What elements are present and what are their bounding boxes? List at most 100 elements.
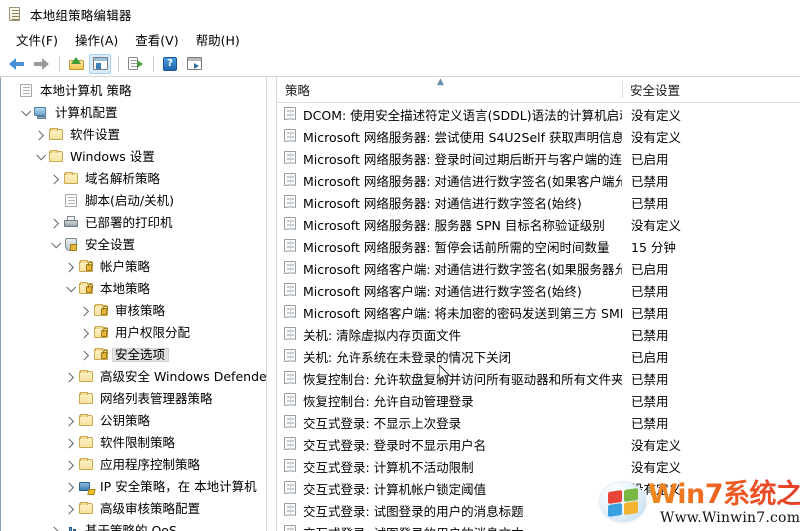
security-setting-cell: 已禁用 (631, 173, 669, 189)
tree-node[interactable]: 域名解析策略 (1, 168, 266, 190)
group-policy-editor-window: 本地组策略编辑器 文件(F) 操作(A) 查看(V) 帮助(H) ? 本地计算机… (0, 0, 800, 531)
tree-node[interactable]: 计算机配置 (1, 102, 266, 124)
policy-name-cell: Microsoft 网络服务器: 服务器 SPN 目标名称验证级别 (277, 215, 622, 234)
policy-name-cell: 恢复控制台: 允许自动管理登录 (277, 391, 622, 410)
tree-node[interactable]: 安全设置 (1, 234, 266, 256)
tree-node-label: 软件设置 (70, 126, 121, 142)
policy-row[interactable]: 关机: 允许系统在未登录的情况下关闭 已启用 (277, 345, 800, 367)
column-header-security-setting[interactable]: 安全设置 (622, 77, 800, 102)
chevron-right-icon[interactable] (48, 174, 63, 184)
policy-row[interactable]: 交互式登录: 不显示上次登录 已禁用 (277, 411, 800, 433)
tree-node[interactable]: 应用程序控制策略 (1, 454, 266, 476)
chevron-right-icon[interactable] (63, 438, 78, 448)
policy-row[interactable]: Microsoft 网络客户端: 将未加密的密码发送到第三方 SMB... 已禁用 (277, 301, 800, 323)
tree-node[interactable]: 审核策略 (1, 300, 266, 322)
pane-splitter[interactable] (267, 77, 276, 531)
chevron-right-icon[interactable] (63, 504, 78, 514)
tree-node[interactable]: 软件设置 (1, 124, 266, 146)
policy-row[interactable]: 关机: 清除虚拟内存页面文件 已禁用 (277, 323, 800, 345)
security-setting-cell: 没有定义 (631, 217, 682, 233)
policy-row[interactable]: 交互式登录: 试图登录的用户的消息文本 (277, 521, 800, 531)
chevron-right-icon[interactable] (63, 482, 78, 492)
policy-row[interactable]: Microsoft 网络客户端: 对通信进行数字签名(如果服务器允... 已启用 (277, 257, 800, 279)
toolbar-separator-1 (59, 55, 60, 72)
menu-view[interactable]: 查看(V) (127, 28, 187, 51)
chevron-down-icon[interactable] (18, 105, 33, 117)
chevron-right-icon[interactable] (63, 460, 78, 470)
tree-node-label: 域名解析策略 (85, 170, 161, 186)
menu-action[interactable]: 操作(A) (67, 28, 127, 51)
tree-node[interactable]: 公钥策略 (1, 410, 266, 432)
policy-row[interactable]: 交互式登录: 计算机帐户锁定阈值 没有定义 (277, 477, 800, 499)
chevron-down-icon[interactable] (48, 237, 63, 249)
chevron-right-icon[interactable] (78, 306, 93, 316)
tree-node[interactable]: Windows 设置 (1, 146, 266, 168)
policy-row[interactable]: Microsoft 网络服务器: 对通信进行数字签名(如果客户端允... 已禁用 (277, 169, 800, 191)
policy-name-cell: 恢复控制台: 允许软盘复制并访问所有驱动器和所有文件夹 (277, 369, 622, 388)
tree-node[interactable]: 用户权限分配 (1, 322, 266, 344)
up-one-level-button[interactable] (65, 54, 87, 74)
tree-node[interactable]: IP 安全策略，在 本地计算机 (1, 476, 266, 498)
tree-node[interactable]: 帐户策略 (1, 256, 266, 278)
policy-name-cell: Microsoft 网络客户端: 将未加密的密码发送到第三方 SMB... (277, 303, 622, 322)
tree-node[interactable]: 安全选项 (1, 344, 266, 366)
chevron-down-icon[interactable] (33, 149, 48, 161)
column-header-policy[interactable]: 策略 ▲ (277, 77, 622, 102)
policy-name-label: 关机: 清除虚拟内存页面文件 (303, 327, 462, 343)
chevron-right-icon[interactable] (48, 526, 63, 531)
security-setting-cell: 已禁用 (631, 305, 669, 321)
policy-row[interactable]: 恢复控制台: 允许自动管理登录 已禁用 (277, 389, 800, 411)
policy-row[interactable]: 交互式登录: 登录时不显示用户名 没有定义 (277, 433, 800, 455)
policy-name-cell: Microsoft 网络服务器: 尝试使用 S4U2Self 获取声明信息 (277, 127, 622, 146)
show-hide-console-tree-button[interactable] (89, 53, 111, 74)
chevron-right-icon[interactable] (78, 350, 93, 360)
policy-row[interactable]: 交互式登录: 计算机不活动限制 没有定义 (277, 455, 800, 477)
policy-setting-icon (283, 173, 298, 187)
tree-node[interactable]: 已部署的打印机 (1, 212, 266, 234)
policy-row[interactable]: Microsoft 网络服务器: 服务器 SPN 目标名称验证级别 没有定义 (277, 213, 800, 235)
tree-node[interactable]: 高级安全 Windows Defender 防 (1, 366, 266, 388)
tree-node[interactable]: 高级审核策略配置 (1, 498, 266, 520)
chevron-right-icon[interactable] (78, 328, 93, 338)
policy-row[interactable]: Microsoft 网络服务器: 对通信进行数字签名(始终) 已禁用 (277, 191, 800, 213)
security-setting-cell: 没有定义 (631, 107, 682, 123)
export-list-button[interactable] (124, 54, 146, 74)
policy-row[interactable]: DCOM: 使用安全描述符定义语言(SDDL)语法的计算机启动... 没有定义 (277, 103, 800, 125)
column-header-security-setting-label: 安全设置 (630, 83, 681, 98)
policy-setting-icon (283, 261, 298, 275)
folder-icon (63, 171, 80, 187)
menu-file[interactable]: 文件(F) (8, 28, 67, 51)
policy-row[interactable]: Microsoft 网络客户端: 对通信进行数字签名(始终) 已禁用 (277, 279, 800, 301)
tree-node[interactable]: 基于策略的 QoS (1, 520, 266, 531)
policy-name-label: DCOM: 使用安全描述符定义语言(SDDL)语法的计算机启动... (303, 107, 622, 123)
policy-row[interactable]: 恢复控制台: 允许软盘复制并访问所有驱动器和所有文件夹 已禁用 (277, 367, 800, 389)
forward-button[interactable] (30, 54, 52, 74)
tree-node[interactable]: 软件限制策略 (1, 432, 266, 454)
policy-row[interactable]: 交互式登录: 试图登录的用户的消息标题 (277, 499, 800, 521)
toolbar-separator-2 (118, 55, 119, 72)
chevron-right-icon[interactable] (63, 416, 78, 426)
menu-help[interactable]: 帮助(H) (188, 28, 249, 51)
policy-setting-icon (283, 503, 298, 517)
tree-node-label: 基于策略的 QoS (85, 522, 177, 531)
chevron-right-icon[interactable] (33, 130, 48, 140)
folder-lock-icon (93, 325, 110, 341)
chevron-right-icon[interactable] (48, 218, 63, 228)
policy-name-label: 交互式登录: 计算机不活动限制 (303, 459, 474, 475)
policy-row[interactable]: Microsoft 网络服务器: 登录时间过期后断开与客户端的连接 已启用 (277, 147, 800, 169)
chevron-right-icon[interactable] (63, 372, 78, 382)
policy-setting-icon (283, 107, 298, 121)
chevron-right-icon[interactable] (63, 262, 78, 272)
help-button[interactable]: ? (159, 54, 181, 74)
policy-row[interactable]: Microsoft 网络服务器: 尝试使用 S4U2Self 获取声明信息 没有定… (277, 125, 800, 147)
tree-node[interactable]: 脚本(启动/关机) (1, 190, 266, 212)
policy-name-label: Microsoft 网络服务器: 对通信进行数字签名(如果客户端允... (303, 173, 622, 189)
tree-node[interactable]: 本地计算机 策略 (1, 80, 266, 102)
folder-lock-icon (93, 347, 110, 363)
tree-node[interactable]: 网络列表管理器策略 (1, 388, 266, 410)
back-button[interactable] (6, 54, 28, 74)
chevron-down-icon[interactable] (63, 281, 78, 293)
tree-node[interactable]: 本地策略 (1, 278, 266, 300)
policy-row[interactable]: Microsoft 网络服务器: 暂停会话前所需的空闲时间数量 15 分钟 (277, 235, 800, 257)
view-options-button[interactable] (183, 54, 205, 74)
